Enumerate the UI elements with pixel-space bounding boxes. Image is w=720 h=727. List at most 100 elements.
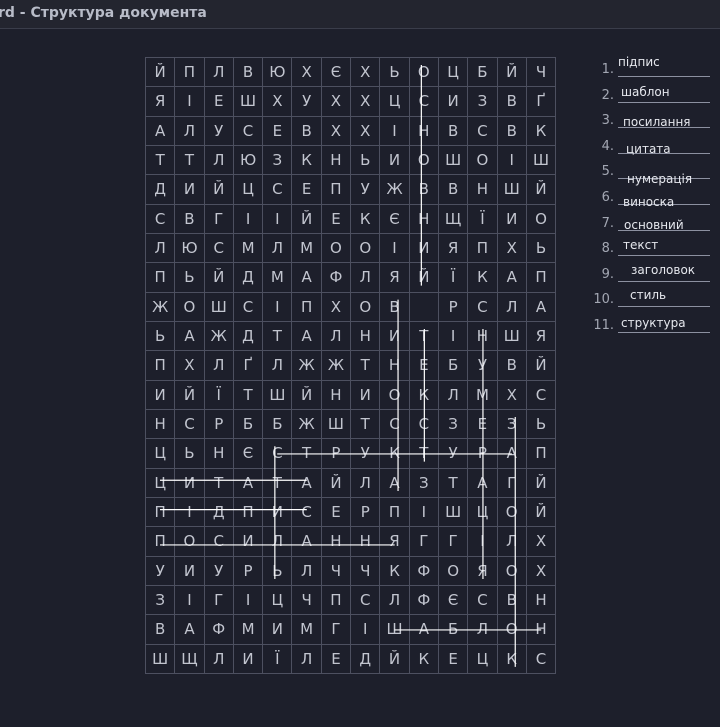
grid-cell[interactable]: Ж [292,351,322,381]
grid-cell[interactable]: Р [438,292,469,322]
grid-cell[interactable]: А [175,615,205,645]
grid-cell[interactable]: А [497,263,527,293]
grid-cell[interactable]: Й [292,380,322,410]
grid-cell[interactable]: Ж [146,292,176,322]
grid-cell[interactable]: Д [351,644,381,674]
grid-cell[interactable]: Ц [380,87,410,117]
grid-cell[interactable]: Ш [204,292,234,322]
grid-cell[interactable]: Н [409,204,439,234]
grid-cell[interactable]: А [175,321,205,352]
grid-cell[interactable]: Ї [438,263,469,293]
grid-cell[interactable]: Ь [380,58,410,88]
grid-cell[interactable]: О [175,292,205,322]
grid-cell[interactable]: Г [409,527,439,557]
grid-cell[interactable]: Л [468,615,498,645]
grid-cell[interactable]: И [233,527,264,557]
grid-cell[interactable]: С [233,116,264,146]
grid-cell[interactable]: З [468,87,498,117]
grid-cell[interactable]: К [526,116,557,146]
grid-cell[interactable]: И [263,497,293,528]
grid-cell[interactable]: Ь [526,233,557,264]
grid-cell[interactable]: Я [468,556,498,586]
grid-cell[interactable]: Й [380,644,410,674]
grid-cell[interactable]: О [409,58,439,88]
grid-cell[interactable]: Щ [438,204,469,234]
grid-cell[interactable]: І [497,145,527,176]
grid-cell[interactable]: Ь [146,321,176,352]
grid-cell[interactable]: Л [351,263,381,293]
grid-cell[interactable]: Х [526,527,557,557]
grid-cell[interactable]: Х [526,556,557,586]
grid-cell[interactable]: О [497,556,527,586]
grid-cell[interactable]: Й [526,351,557,381]
grid-cell[interactable]: Є [321,58,352,88]
grid-cell[interactable]: В [497,351,527,381]
grid-cell[interactable]: Т [146,145,176,176]
grid-cell[interactable]: Ц [438,58,469,88]
grid-cell[interactable]: И [146,380,176,410]
grid-cell[interactable]: Л [292,556,322,586]
grid-cell[interactable]: С [146,204,176,234]
grid-cell[interactable]: І [175,585,205,616]
grid-cell[interactable]: Б [468,58,498,88]
grid-cell[interactable]: С [380,409,410,440]
grid-cell[interactable]: П [233,497,264,528]
grid-cell[interactable]: Ш [497,175,527,205]
grid-cell[interactable]: У [204,556,234,586]
grid-cell[interactable]: Й [146,58,176,88]
grid-cell[interactable]: Н [468,321,498,352]
grid-cell[interactable]: Т [409,321,439,352]
grid-cell[interactable]: Є [380,204,410,234]
grid-cell[interactable]: Т [175,145,205,176]
grid-cell[interactable]: В [380,292,410,322]
grid-cell[interactable]: О [468,145,498,176]
grid-cell[interactable]: Б [438,615,469,645]
grid-cell[interactable]: И [175,175,205,205]
grid-cell[interactable]: Ь [263,556,293,586]
grid-cell[interactable]: В [175,204,205,234]
grid-cell[interactable]: Т [204,468,234,498]
grid-cell[interactable]: Ф [409,556,439,586]
grid-cell[interactable]: В [409,175,439,205]
grid-cell[interactable]: Е [263,116,293,146]
grid-cell[interactable]: С [204,527,234,557]
grid-cell[interactable]: А [233,468,264,498]
grid-cell[interactable]: Ґ [526,87,557,117]
grid-cell[interactable]: Ї [468,204,498,234]
grid-cell[interactable]: Ж [204,321,234,352]
grid-cell[interactable]: Е [409,351,439,381]
grid-cell[interactable]: П [468,233,498,264]
grid-cell[interactable]: Й [175,380,205,410]
grid-cell[interactable]: Н [204,439,234,469]
grid-cell[interactable]: О [321,233,352,264]
grid-cell[interactable]: Р [351,497,381,528]
grid-cell[interactable]: П [146,527,176,557]
grid-cell[interactable]: К [292,145,322,176]
grid-cell[interactable]: Ц [146,468,176,498]
grid-cell[interactable]: О [497,615,527,645]
grid-cell[interactable]: Х [351,116,381,146]
grid-cell[interactable]: Л [263,351,293,381]
grid-cell[interactable]: В [497,116,527,146]
grid-cell[interactable]: Л [321,321,352,352]
grid-cell[interactable]: А [526,292,557,322]
grid-cell[interactable]: Ш [263,380,293,410]
grid-cell[interactable]: И [497,204,527,234]
grid-cell[interactable]: С [292,497,322,528]
grid-cell[interactable]: Г [204,204,234,234]
grid-cell[interactable]: И [175,556,205,586]
grid-cell[interactable]: Х [321,87,352,117]
grid-cell[interactable]: Х [321,116,352,146]
grid-cell[interactable]: К [497,644,527,674]
grid-cell[interactable]: А [468,468,498,498]
grid-cell[interactable]: В [292,116,322,146]
grid-cell[interactable]: О [380,380,410,410]
grid-cell[interactable]: Ц [263,585,293,616]
grid-cell[interactable]: Д [233,321,264,352]
grid-cell[interactable]: Б [233,409,264,440]
grid-cell[interactable]: В [438,116,469,146]
grid-cell[interactable]: Е [321,204,352,234]
grid-cell[interactable]: Х [175,351,205,381]
grid-cell[interactable]: Р [204,409,234,440]
grid-cell[interactable]: Ж [321,351,352,381]
